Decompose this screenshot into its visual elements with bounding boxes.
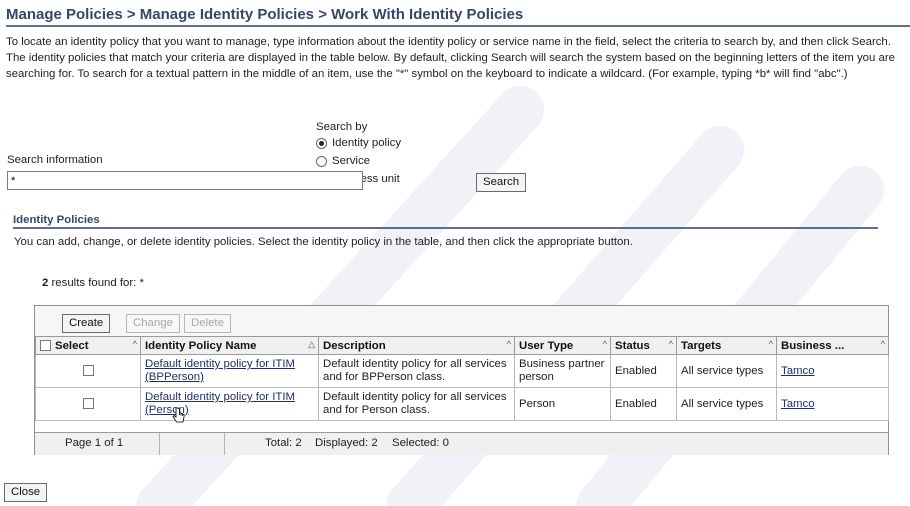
hand-pointer-icon [172,407,185,423]
table-toolbar: Create Change Delete [35,306,888,338]
footer-divider [159,433,160,455]
search-information-label: Search information [7,154,103,166]
policy-name-link[interactable]: Default identity policy for ITIM (Person… [145,391,295,416]
caret-up-icon: ^ [880,339,885,349]
col-label: Business ... [781,339,845,352]
col-user-type[interactable]: User Type ^ [514,336,611,355]
caret-up-icon: ^ [668,339,673,349]
radio-selected-icon[interactable] [316,137,327,149]
header-row: Select ^ Identity Policy Name △ Descriptio… [35,336,889,355]
row-select-cell[interactable] [35,354,141,388]
radio-service[interactable]: Service [316,155,370,167]
policy-name-cell[interactable]: Default identity policy for ITIM (BPPers… [140,354,319,388]
row-checkbox[interactable] [82,397,94,409]
delete-button[interactable]: Delete [184,314,231,333]
search-button[interactable]: Search [476,173,527,192]
status-cell: Enabled [610,354,677,388]
col-select[interactable]: Select ^ [35,336,141,355]
row-checkbox[interactable] [82,364,94,376]
col-identity-policy-name[interactable]: Identity Policy Name △ [140,336,319,355]
policy-name-cell[interactable]: Default identity policy for ITIM (Person… [140,387,319,421]
table-footer: Page 1 of 1 Total: 2 Displayed: 2 Select… [35,432,888,455]
col-label: Description [323,339,386,352]
close-button[interactable]: Close [4,483,48,502]
business-unit-link[interactable]: Tamco [781,398,815,410]
col-label: Targets [681,339,722,352]
description-cell: Default identity policy for all services… [318,387,515,421]
policy-name-link[interactable]: Default identity policy for ITIM (BPPers… [145,358,295,383]
identity-policies-table: Create Change Delete Select ^ Identity Po… [34,305,889,455]
section-title: Identity Policies [13,214,878,229]
create-button[interactable]: Create [62,314,111,333]
results-count: 2 results found for: * [42,277,144,289]
business-unit-cell[interactable]: Tamco [776,387,889,421]
footer-divider [224,433,225,455]
user-type-cell: Business partner person [514,354,611,388]
table-row[interactable]: Default identity policy for ITIM (BPPers… [35,354,889,388]
intro-text: To locate an identity policy that you wa… [6,36,895,80]
targets-cell: All service types [676,354,777,388]
col-label: User Type [519,339,574,352]
page-indicator: Page 1 of 1 [65,437,124,449]
section-description: You can add, change, or delete identity … [14,236,633,248]
caret-up-icon: ^ [506,339,511,349]
radio-identity-policy[interactable]: Identity policy [316,137,401,149]
radio-label: Service [332,155,370,167]
radio-icon[interactable] [316,155,327,167]
col-label: Select [55,339,89,352]
col-description[interactable]: Description ^ [318,336,515,355]
col-status[interactable]: Status ^ [610,336,677,355]
select-all-checkbox[interactable] [40,339,51,351]
status-cell: Enabled [610,387,677,421]
change-button[interactable]: Change [126,314,180,333]
search-input[interactable] [7,171,363,190]
caret-up-icon: ^ [132,339,137,349]
user-type-cell: Person [514,387,611,421]
radio-label: Identity policy [332,137,402,149]
triangle-up-icon: △ [308,339,315,349]
col-label: Identity Policy Name [145,339,257,352]
caret-up-icon: ^ [768,339,773,349]
displayed-count: Displayed: 2 [315,437,378,449]
total-count: Total: 2 [265,437,302,449]
caret-up-icon: ^ [602,339,607,349]
results-text: results found for: * [48,277,144,289]
search-by-label: Search by [316,121,368,133]
policies-grid: Select ^ Identity Policy Name △ Descriptio… [35,336,889,421]
row-select-cell[interactable] [35,387,141,421]
business-unit-link[interactable]: Tamco [781,365,815,377]
table-row[interactable]: Default identity policy for ITIM (Person… [35,387,889,421]
targets-cell: All service types [676,387,777,421]
description-cell: Default identity policy for all services… [318,354,515,388]
col-label: Status [615,339,650,352]
col-business-unit[interactable]: Business ... ^ [776,336,889,355]
business-unit-cell[interactable]: Tamco [776,354,889,388]
selected-count: Selected: 0 [392,437,449,449]
col-targets[interactable]: Targets ^ [676,336,777,355]
page-title: Manage Policies > Manage Identity Polici… [6,6,910,27]
